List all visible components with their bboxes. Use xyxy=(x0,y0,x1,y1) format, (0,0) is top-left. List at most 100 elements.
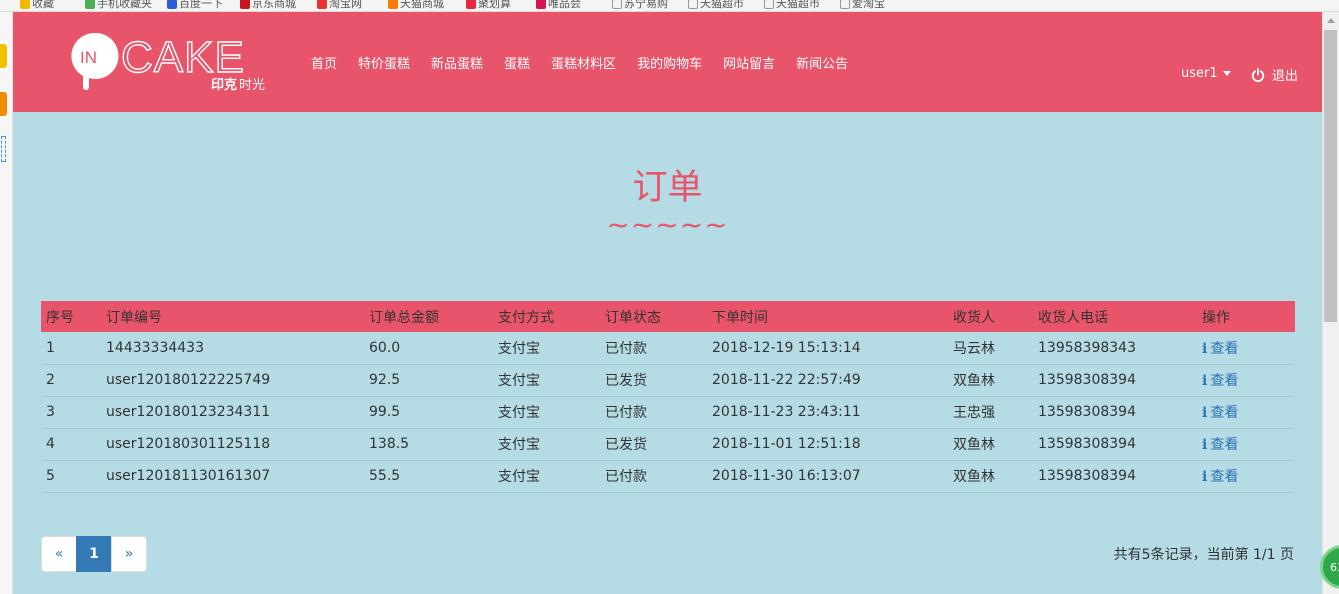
main-content: 订单 ~~~~~ 序号 订单编号 订单总金额 支付方式 订单状态 下单时间 收货… xyxy=(13,112,1322,594)
site-logo[interactable]: IN CAKE 印克 时光 xyxy=(68,30,268,94)
bookmark-item[interactable]: 天猫超市 xyxy=(764,0,820,11)
nav-cakes[interactable]: 蛋糕 xyxy=(504,53,530,72)
cell: 2018-12-19 15:13:14 xyxy=(707,332,948,365)
bookmark-item[interactable]: 苏宁易购 xyxy=(612,0,668,11)
cell: 92.5 xyxy=(364,364,493,397)
cell: 13598308394 xyxy=(1033,460,1197,493)
cell: 已发货 xyxy=(600,364,707,397)
col-header: 收货人电话 xyxy=(1033,301,1197,332)
bookmark-item[interactable]: 天猫超市 xyxy=(688,0,744,11)
cell: 支付宝 xyxy=(493,428,600,461)
cell: i 查看 xyxy=(1197,364,1295,397)
scroll-up-arrow[interactable] xyxy=(1322,12,1339,29)
cell: user120181130161307 xyxy=(101,460,364,493)
cell: 13598308394 xyxy=(1033,364,1197,397)
cell: 5 xyxy=(41,460,101,493)
view-order-link[interactable]: i 查看 xyxy=(1202,373,1238,389)
browser-sidebar xyxy=(0,12,13,594)
bookmark-item[interactable]: 淘宝网 xyxy=(317,0,362,11)
cell: 支付宝 xyxy=(493,332,600,365)
page-button-current[interactable]: 1 xyxy=(76,536,112,572)
page-title: 订单 xyxy=(632,168,703,208)
bookmark-item[interactable]: 天猫商城 xyxy=(388,0,444,11)
table-row: 2 user120180122225749 92.5 支付宝 已发货 2018-… xyxy=(41,364,1295,397)
bookmark-item[interactable]: 收藏 xyxy=(20,0,54,11)
sidebar-tab[interactable] xyxy=(0,92,7,116)
view-order-link[interactable]: i 查看 xyxy=(1202,341,1238,357)
bookmark-item[interactable]: 聚划算 xyxy=(466,0,511,11)
main-nav: 首页 特价蛋糕 新品蛋糕 蛋糕 蛋糕材料区 我的购物车 网站留言 新闻公告 xyxy=(311,12,869,112)
orders-table: 序号 订单编号 订单总金额 支付方式 订单状态 下单时间 收货人 收货人电话 操… xyxy=(41,301,1295,493)
table-header-row: 序号 订单编号 订单总金额 支付方式 订单状态 下单时间 收货人 收货人电话 操… xyxy=(41,301,1295,332)
cell: 13958398343 xyxy=(1033,332,1197,365)
nav-new-cakes[interactable]: 新品蛋糕 xyxy=(431,53,483,72)
sidebar-tab[interactable] xyxy=(1,136,6,162)
cell: user120180301125118 xyxy=(101,428,364,461)
bookmark-item[interactable]: 京东商城 xyxy=(240,0,296,11)
cell: user120180123234311 xyxy=(101,396,364,429)
cell: i 查看 xyxy=(1197,332,1295,365)
table-row: 3 user120180123234311 99.5 支付宝 已付款 2018-… xyxy=(41,396,1295,429)
sidebar-tab[interactable] xyxy=(0,44,7,68)
user-menu[interactable]: user1 xyxy=(1181,66,1231,81)
info-icon: i xyxy=(1202,405,1208,421)
cell: 138.5 xyxy=(364,428,493,461)
col-header: 支付方式 xyxy=(493,301,600,332)
col-header: 操作 xyxy=(1197,301,1295,332)
caret-down-icon xyxy=(1222,71,1231,76)
bookmark-item[interactable]: 百度一下 xyxy=(167,0,223,11)
cell: 3 xyxy=(41,396,101,429)
title-decoration: ~~~~~ xyxy=(606,208,729,241)
logout-button[interactable]: 退出 xyxy=(1251,65,1298,84)
cell: 14433334433 xyxy=(101,332,364,365)
view-order-link[interactable]: i 查看 xyxy=(1202,469,1238,485)
cell: 王忠强 xyxy=(948,396,1033,429)
info-icon: i xyxy=(1202,340,1208,357)
nav-cake-materials[interactable]: 蛋糕材料区 xyxy=(551,53,616,72)
view-order-link[interactable]: i 查看 xyxy=(1202,437,1238,453)
cell: 2018-11-22 22:57:49 xyxy=(707,364,948,397)
cell: user120180122225749 xyxy=(101,364,364,397)
nav-shopping-cart[interactable]: 我的购物车 xyxy=(637,53,702,72)
power-icon xyxy=(1251,67,1265,82)
info-icon: i xyxy=(1202,373,1208,389)
pagination: « 1 » xyxy=(41,536,147,572)
logo-in-text: IN xyxy=(80,48,97,67)
logo-sub-bold: 印克 xyxy=(211,77,237,93)
cell: 已付款 xyxy=(600,460,707,493)
cell: 13598308394 xyxy=(1033,428,1197,461)
view-label: 查看 xyxy=(1210,469,1239,485)
navbar: IN CAKE 印克 时光 首页 特价蛋糕 新品蛋糕 蛋糕 蛋糕材料区 我的购物… xyxy=(13,12,1322,112)
info-icon: i xyxy=(1202,469,1208,485)
cell: 2018-11-30 16:13:07 xyxy=(707,460,948,493)
badge-count: 63 xyxy=(1330,561,1339,574)
nav-home[interactable]: 首页 xyxy=(311,53,337,72)
cell: 2 xyxy=(41,364,101,397)
view-order-link[interactable]: i 查看 xyxy=(1202,405,1238,421)
cell: 55.5 xyxy=(364,460,493,493)
logo-sub-light: 时光 xyxy=(239,78,265,93)
col-header: 订单状态 xyxy=(600,301,707,332)
prev-page-button[interactable]: « xyxy=(41,536,77,572)
view-label: 查看 xyxy=(1210,437,1239,453)
cell: i 查看 xyxy=(1197,428,1295,461)
bookmark-item[interactable]: 唯品会 xyxy=(536,0,581,11)
table-row: 1 14433334433 60.0 支付宝 已付款 2018-12-19 15… xyxy=(41,332,1295,365)
bookmark-item[interactable]: 爱淘宝 xyxy=(840,0,885,11)
nav-special-cakes[interactable]: 特价蛋糕 xyxy=(358,53,410,72)
scrollbar-thumb[interactable] xyxy=(1324,30,1337,322)
next-page-button[interactable]: » xyxy=(111,536,147,572)
cell: 支付宝 xyxy=(493,460,600,493)
bookmark-item[interactable]: 手机收藏夹 xyxy=(85,0,152,11)
logout-label: 退出 xyxy=(1272,69,1299,84)
cell: 马云林 xyxy=(948,332,1033,365)
nav-news[interactable]: 新闻公告 xyxy=(796,53,848,72)
table-row: 5 user120181130161307 55.5 支付宝 已付款 2018-… xyxy=(41,460,1295,493)
nav-message-board[interactable]: 网站留言 xyxy=(723,53,775,72)
col-header: 订单编号 xyxy=(101,301,364,332)
cell: i 查看 xyxy=(1197,396,1295,429)
col-header: 序号 xyxy=(41,301,101,332)
user-name: user1 xyxy=(1181,66,1218,81)
bookmarks-bar: 收藏 手机收藏夹 百度一下 京东商城 淘宝网 天猫商城 聚划算 唯品会 苏宁易购… xyxy=(0,0,1339,12)
col-header: 收货人 xyxy=(948,301,1033,332)
